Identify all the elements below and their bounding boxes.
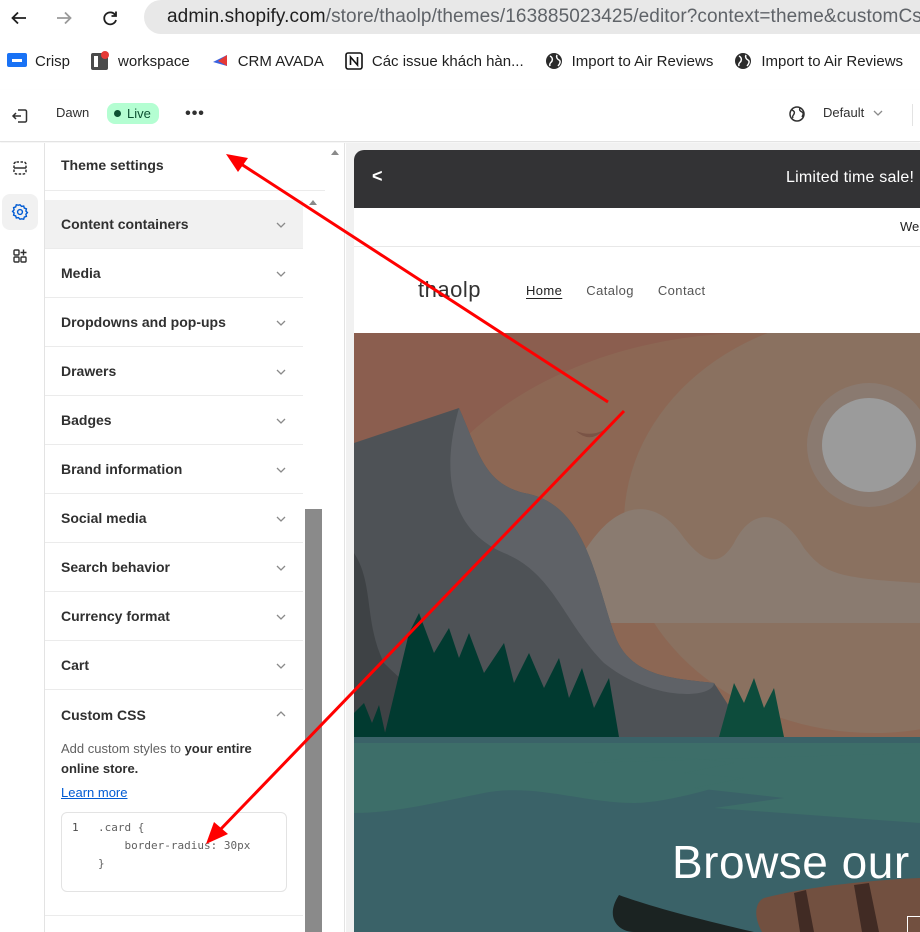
announcement-text: Limited time sale! bbox=[786, 169, 915, 186]
crisp-icon bbox=[7, 51, 27, 71]
settings-item-search-behavior[interactable]: Search behavior bbox=[45, 543, 303, 592]
chevron-down-icon bbox=[873, 110, 883, 116]
notion-icon bbox=[344, 51, 364, 71]
theme-settings-panel: Theme settings Content containers Media … bbox=[45, 143, 345, 932]
apps-icon bbox=[13, 249, 27, 263]
arrow-left-icon bbox=[11, 11, 26, 25]
bookmark-import-air-reviews-2[interactable]: Import to Air Reviews bbox=[733, 51, 903, 71]
editor-rail bbox=[0, 143, 45, 932]
scroll-up-arrow[interactable] bbox=[309, 200, 317, 205]
code-line: } bbox=[98, 857, 105, 870]
chevron-down-icon bbox=[276, 320, 286, 326]
chevron-down-icon bbox=[276, 614, 286, 620]
store-preview: < Limited time sale! We thaolp Home Cata… bbox=[354, 150, 920, 932]
code-line: border-radius: 30px bbox=[98, 839, 251, 852]
nav-contact[interactable]: Contact bbox=[658, 283, 706, 298]
hero-button[interactable] bbox=[907, 916, 920, 932]
panel-title: Theme settings bbox=[61, 157, 164, 173]
custom-css-description: Add custom styles to your entire online … bbox=[61, 741, 252, 776]
hero-banner: Browse our bbox=[354, 313, 920, 932]
url-input[interactable]: admin.shopify.com/store/thaolp/themes/16… bbox=[144, 0, 920, 34]
chevron-down-icon bbox=[276, 467, 286, 473]
bookmark-workspace[interactable]: workspace bbox=[90, 51, 190, 71]
globe-icon bbox=[544, 51, 564, 71]
code-line: 1 .card { bbox=[72, 821, 145, 834]
divider bbox=[912, 104, 913, 126]
status-dot-icon bbox=[114, 110, 121, 117]
divider bbox=[45, 190, 325, 191]
theme-name: Dawn bbox=[56, 105, 90, 120]
custom-css-header[interactable]: Custom CSS bbox=[61, 690, 287, 739]
status-badge: Live bbox=[107, 103, 159, 124]
bookmark-import-air-reviews-1[interactable]: Import to Air Reviews bbox=[544, 51, 713, 71]
scroll-up-arrow[interactable] bbox=[331, 150, 339, 155]
chevron-down-icon bbox=[276, 516, 286, 522]
theme-settings-button[interactable] bbox=[2, 194, 38, 230]
custom-css-editor[interactable]: 1 .card { border-radius: 30px } bbox=[61, 812, 287, 892]
chevron-down-icon bbox=[276, 271, 286, 277]
settings-item-brand-information[interactable]: Brand information bbox=[45, 445, 303, 494]
announcement-bar: < Limited time sale! bbox=[354, 150, 920, 208]
chevron-down-icon bbox=[276, 222, 286, 228]
locale-select[interactable]: Default bbox=[823, 105, 884, 120]
exit-button[interactable] bbox=[8, 104, 32, 128]
browser-address-bar: admin.shopify.com/store/thaolp/themes/16… bbox=[0, 0, 920, 38]
settings-item-drawers[interactable]: Drawers bbox=[45, 347, 303, 396]
exit-icon bbox=[11, 109, 28, 123]
settings-list: Content containers Media Dropdowns and p… bbox=[45, 200, 303, 916]
gear-icon bbox=[11, 203, 29, 221]
bookmark-notion[interactable]: Các issue khách hàn... bbox=[344, 51, 524, 71]
nav-catalog[interactable]: Catalog bbox=[586, 283, 634, 298]
reload-icon bbox=[103, 11, 117, 26]
settings-item-dropdowns[interactable]: Dropdowns and pop-ups bbox=[45, 298, 303, 347]
hero-title: Browse our bbox=[672, 836, 910, 888]
arrow-right-icon bbox=[57, 11, 72, 25]
forward-button[interactable] bbox=[50, 4, 78, 32]
bookmark-crm-avada[interactable]: CRM AVADA bbox=[210, 51, 324, 71]
learn-more-link[interactable]: Learn more bbox=[61, 785, 127, 800]
more-actions-button[interactable]: ••• bbox=[182, 102, 208, 126]
settings-item-content-containers[interactable]: Content containers bbox=[45, 200, 303, 249]
store-logo[interactable]: thaolp bbox=[418, 277, 481, 303]
chevron-down-icon bbox=[276, 565, 286, 571]
url-text: admin.shopify.com/store/thaolp/themes/16… bbox=[167, 6, 920, 27]
scrollbar-thumb[interactable] bbox=[305, 509, 322, 932]
settings-item-badges[interactable]: Badges bbox=[45, 396, 303, 445]
editor-topbar: Dawn Live ••• Default bbox=[0, 90, 920, 142]
announcement-prev-button[interactable]: < bbox=[372, 166, 383, 187]
secondary-announcement: We bbox=[354, 208, 920, 247]
back-button[interactable] bbox=[5, 4, 33, 32]
reload-button[interactable] bbox=[96, 4, 124, 32]
globe-icon bbox=[733, 51, 753, 71]
nav-home[interactable]: Home bbox=[526, 283, 562, 298]
store-nav: Home Catalog Contact bbox=[526, 283, 730, 298]
chevron-down-icon bbox=[276, 418, 286, 424]
sections-icon bbox=[13, 161, 27, 175]
chevron-down-icon bbox=[276, 369, 286, 375]
chevron-down-icon bbox=[276, 663, 286, 669]
globe-icon bbox=[789, 106, 805, 122]
bookmark-crisp[interactable]: Crisp bbox=[7, 51, 70, 71]
sections-button[interactable] bbox=[2, 150, 38, 186]
settings-item-media[interactable]: Media bbox=[45, 249, 303, 298]
workspace-icon bbox=[90, 51, 110, 71]
store-header: thaolp Home Catalog Contact bbox=[354, 247, 920, 333]
settings-item-currency-format[interactable]: Currency format bbox=[45, 592, 303, 641]
avada-icon bbox=[210, 51, 230, 71]
settings-item-custom-css: Custom CSS Add custom styles to your ent… bbox=[45, 690, 303, 916]
app-embeds-button[interactable] bbox=[2, 238, 38, 274]
bookmarks-bar: Crisp workspace CRM AVADA Các issue khác… bbox=[0, 44, 920, 78]
chevron-up-icon bbox=[276, 711, 286, 717]
settings-item-cart[interactable]: Cart bbox=[45, 641, 303, 690]
settings-item-social-media[interactable]: Social media bbox=[45, 494, 303, 543]
